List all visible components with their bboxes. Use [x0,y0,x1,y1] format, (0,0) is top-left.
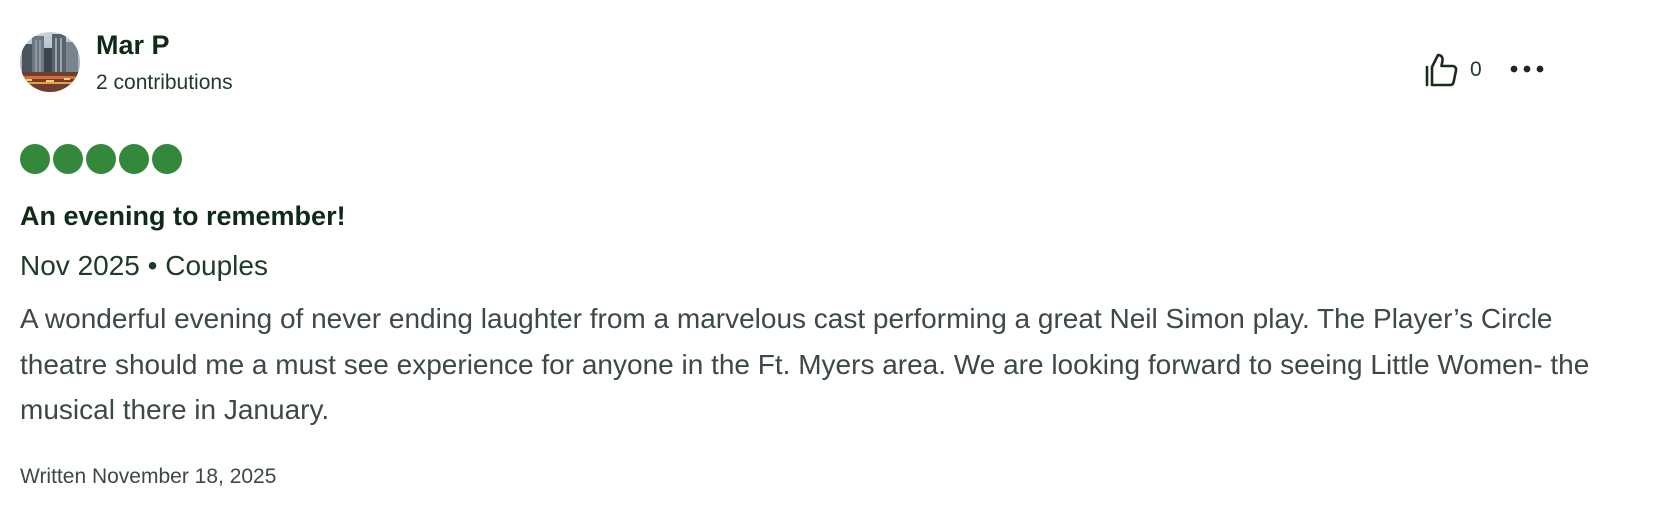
rating-bubble [119,144,149,174]
helpful-vote-button[interactable]: 0 [1422,50,1482,90]
avatar[interactable] [20,32,80,92]
rating-bubble [152,144,182,174]
thumbs-up-icon [1422,51,1460,89]
review-card: Mar P 2 contributions 0 An evening to re… [0,0,1656,528]
trip-info: Nov 2025 • Couples [20,250,268,281]
rating-bubble [20,144,50,174]
user-name[interactable]: Mar P [96,28,170,62]
contributions-count: 2 contributions [96,71,233,94]
rating-bubble [86,144,116,174]
helpful-count: 0 [1470,58,1482,81]
rating-bubbles [20,144,182,174]
rating-bubble [53,144,83,174]
ellipsis-icon [1510,61,1544,79]
more-options-button[interactable] [1504,52,1550,88]
review-body: A wonderful evening of never ending laug… [20,303,1590,425]
cityscape-avatar-image [20,32,80,92]
written-date: Written November 18, 2025 [20,465,277,488]
review-title[interactable]: An evening to remember! [20,199,346,233]
